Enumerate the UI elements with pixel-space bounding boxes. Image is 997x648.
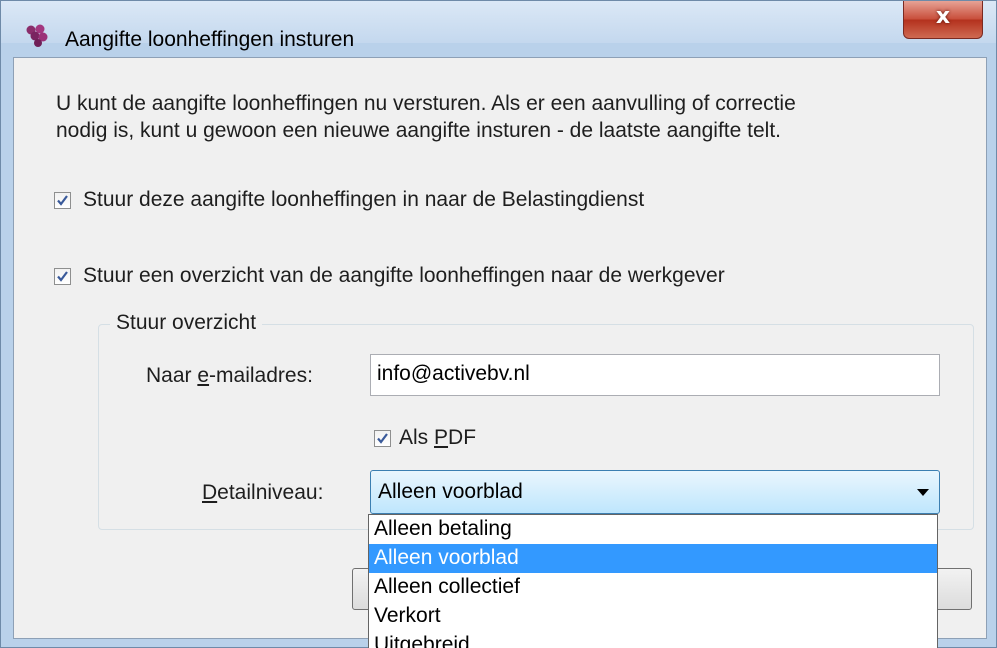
- intro-line-2: nodig is, kunt u gewoon een nieuwe aangi…: [56, 119, 781, 142]
- detail-level-label: Detailniveau:: [202, 481, 324, 504]
- pdf-checkbox[interactable]: [374, 429, 391, 447]
- chevron-down-icon[interactable]: [917, 489, 929, 496]
- close-button[interactable]: x: [903, 1, 983, 39]
- dropdown-option[interactable]: Alleen betaling: [369, 515, 937, 544]
- dropdown-option[interactable]: Alleen collectief: [369, 573, 937, 602]
- intro-text: U kunt de aangifte loonheffingen nu vers…: [56, 90, 956, 144]
- window-title: Aangifte loonheffingen insturen: [65, 28, 355, 51]
- checkmark-icon: [57, 270, 68, 282]
- send-to-tax-option[interactable]: Stuur deze aangifte loonheffingen in naa…: [54, 188, 644, 212]
- app-grapes-icon: [26, 24, 48, 47]
- detail-level-value: Alleen voorblad: [378, 480, 523, 503]
- send-overview-option[interactable]: Stuur een overzicht van de aangifte loon…: [54, 264, 725, 288]
- email-input[interactable]: info@activebv.nl: [370, 354, 940, 396]
- checkmark-icon: [377, 432, 388, 444]
- close-icon: x: [935, 4, 951, 29]
- dropdown-option[interactable]: Verkort: [369, 602, 937, 631]
- pdf-label: Als PDF: [399, 426, 477, 449]
- detail-level-dropdown-list[interactable]: Alleen betaling Alleen voorblad Alleen col…: [368, 514, 938, 648]
- detail-level-select[interactable]: Alleen voorblad: [370, 470, 940, 514]
- dropdown-option[interactable]: Alleen voorblad: [369, 544, 937, 573]
- send-to-tax-label: Stuur deze aangifte loonheffingen in naa…: [83, 188, 645, 211]
- intro-line-1: U kunt de aangifte loonheffingen nu vers…: [56, 92, 796, 115]
- pdf-option[interactable]: Als PDF: [374, 426, 476, 450]
- checkmark-icon: [57, 194, 68, 206]
- send-overview-label: Stuur een overzicht van de aangifte loon…: [83, 264, 725, 287]
- overview-group-title: Stuur overzicht: [110, 311, 263, 335]
- dropdown-option[interactable]: Uitgebreid: [369, 631, 937, 648]
- title-bar[interactable]: Aangifte loonheffingen insturen x: [1, 1, 996, 51]
- send-to-tax-checkbox[interactable]: [54, 191, 71, 209]
- email-label: Naar e-mailadres:: [146, 364, 313, 387]
- send-overview-checkbox[interactable]: [54, 267, 71, 285]
